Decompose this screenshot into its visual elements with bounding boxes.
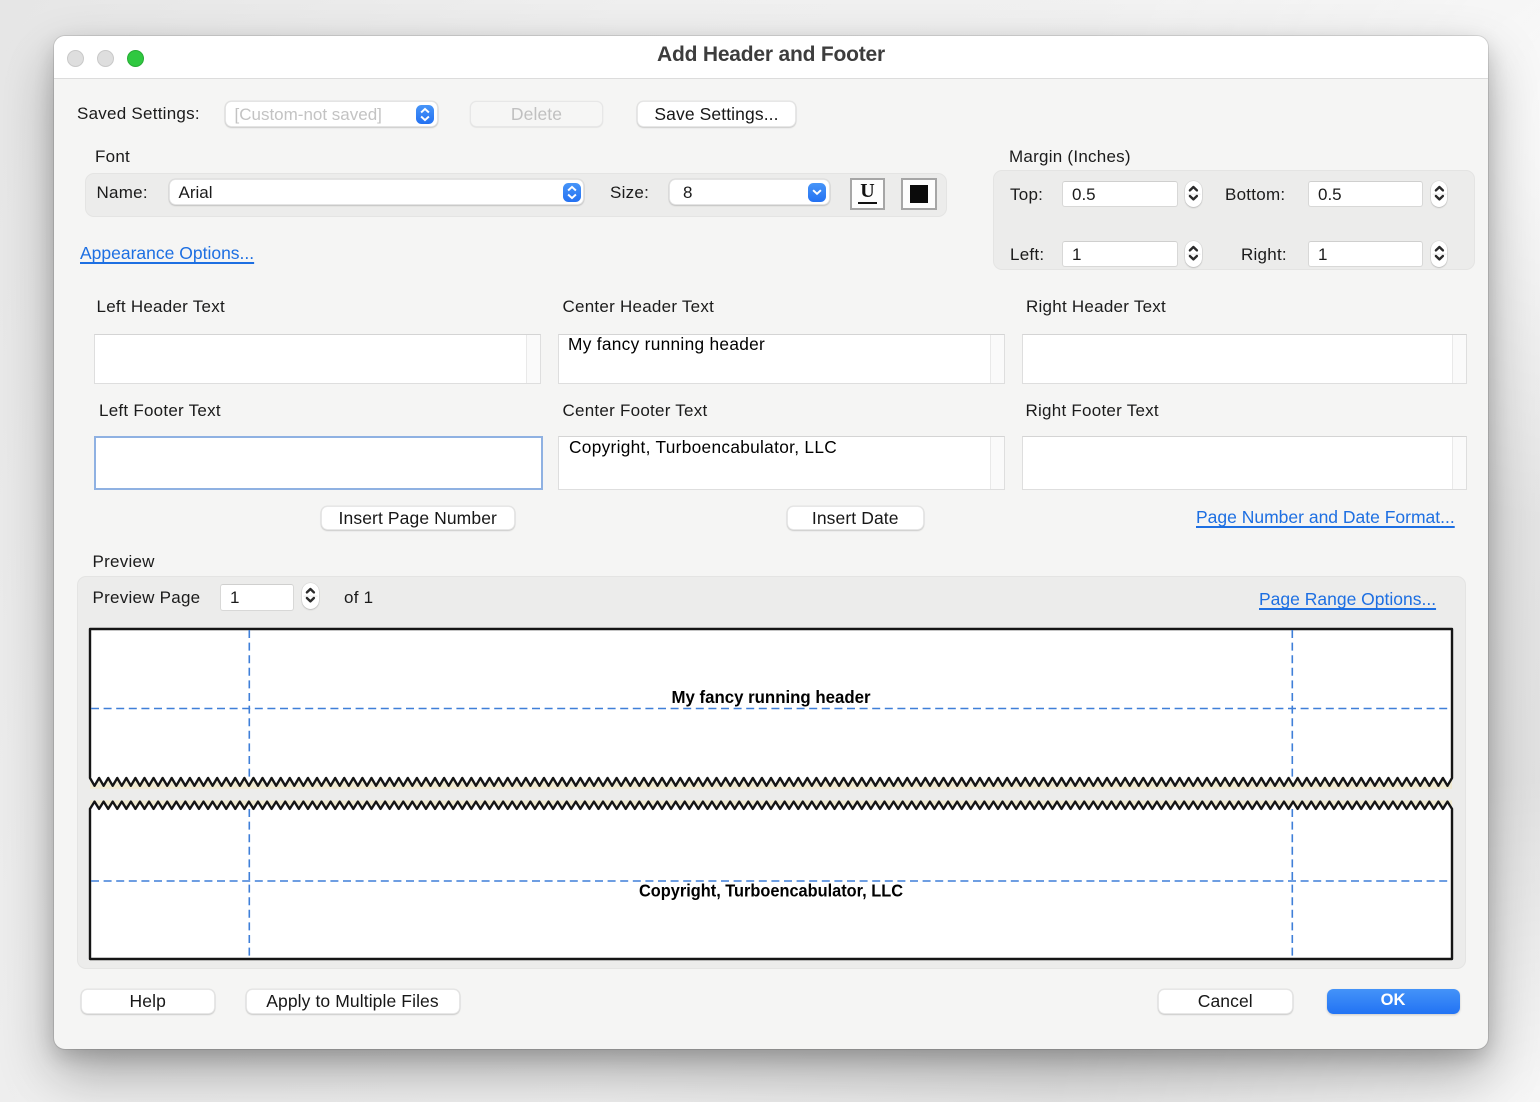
- svg-text:My fancy running header: My fancy running header: [672, 687, 871, 707]
- svg-text:Copyright, Turboencabulator, L: Copyright, Turboencabulator, LLC: [639, 881, 903, 901]
